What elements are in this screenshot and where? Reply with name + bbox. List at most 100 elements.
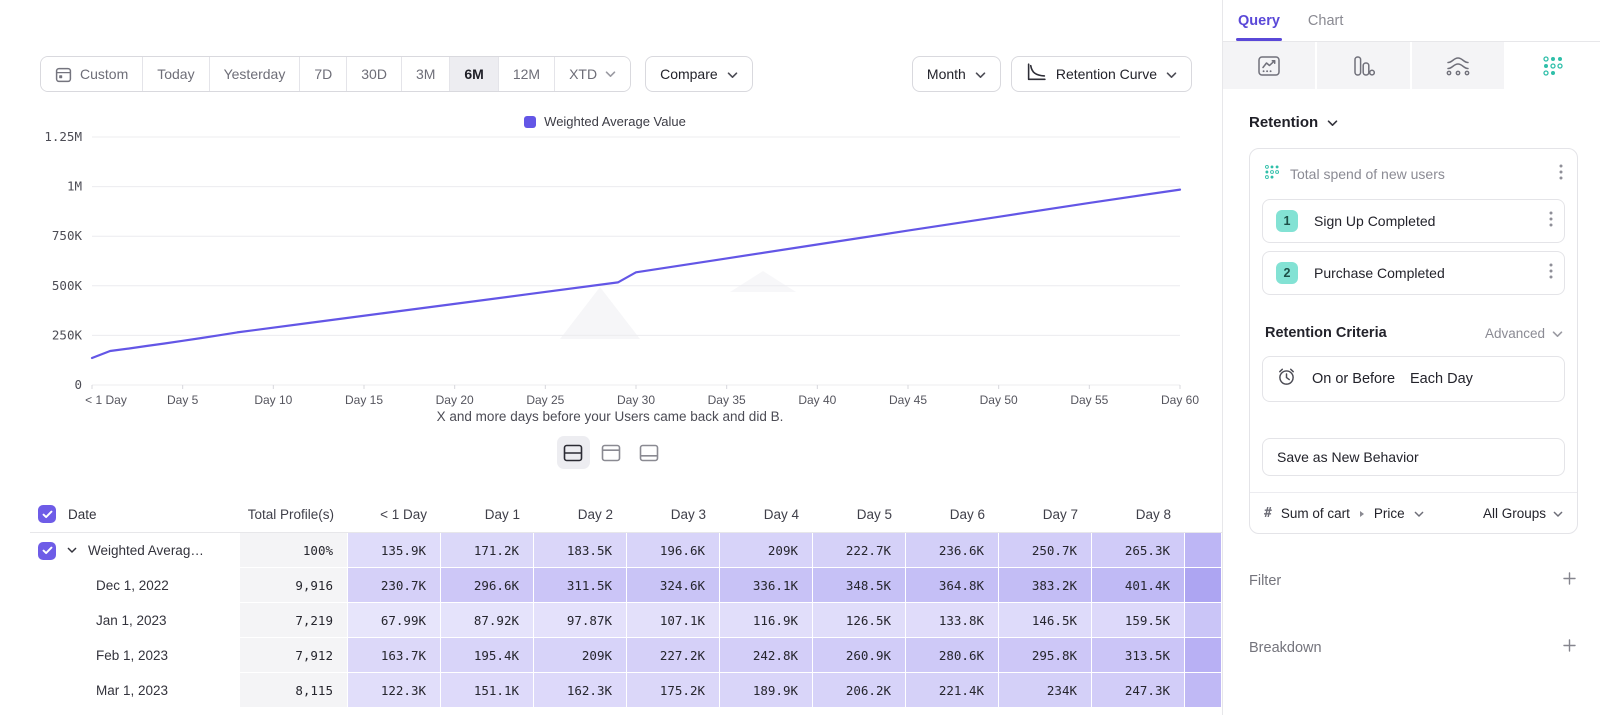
retention-value-cell[interactable]: 280.6K bbox=[906, 638, 999, 673]
retention-value-cell[interactable]: 227.2K bbox=[627, 638, 720, 673]
retention-value-cell[interactable]: 230.7K bbox=[348, 568, 441, 603]
tab-chart[interactable]: Chart bbox=[1308, 0, 1343, 41]
cell-value: 250.7K bbox=[1032, 543, 1077, 558]
funnels-report-button[interactable] bbox=[1317, 42, 1411, 89]
retention-value-cell[interactable]: 348.5K bbox=[813, 568, 906, 603]
retention-value-cell[interactable]: 183.5K bbox=[534, 533, 627, 568]
retention-value-cell[interactable]: 336.1K bbox=[720, 568, 813, 603]
save-as-new-behavior-button[interactable]: Save as New Behavior bbox=[1262, 438, 1565, 476]
criteria-condition-row[interactable]: On or Before Each Day bbox=[1262, 356, 1565, 402]
flows-report-button[interactable] bbox=[1412, 42, 1506, 89]
retention-value-cell[interactable]: 163.7K bbox=[348, 638, 441, 673]
cell-value: 260.9K bbox=[846, 648, 891, 663]
retention-value-cell[interactable]: 250.7K bbox=[999, 533, 1092, 568]
retention-value-cell[interactable]: 234K bbox=[999, 673, 1092, 708]
retention-value-cell[interactable]: 222.7K bbox=[813, 533, 906, 568]
retention-value-cell[interactable]: 67.99K bbox=[348, 603, 441, 638]
retention-value-cell[interactable]: 260.9K bbox=[813, 638, 906, 673]
measure-label[interactable]: Sum of cart bbox=[1281, 506, 1350, 521]
retention-value-cell[interactable]: 135.9K bbox=[348, 533, 441, 568]
retention-value-cell[interactable]: 206.2K bbox=[813, 673, 906, 708]
insights-report-button[interactable] bbox=[1223, 42, 1317, 89]
table-row[interactable]: Dec 1, 20229,916230.7K296.6K311.5K324.6K… bbox=[30, 568, 1222, 603]
retention-value-cell[interactable]: 126.5K bbox=[813, 603, 906, 638]
x-axis-tick-label: Day 35 bbox=[708, 393, 746, 407]
table-row[interactable]: Weighted Average ...100%135.9K171.2K183.… bbox=[30, 533, 1222, 568]
table-only-view-button[interactable] bbox=[633, 436, 666, 469]
retention-value-cell[interactable]: 221.4K bbox=[906, 673, 999, 708]
retention-value-cell[interactable]: 87.92K bbox=[441, 603, 534, 638]
retention-value-cell[interactable]: 196.6K bbox=[627, 533, 720, 568]
retention-value-cell[interactable]: 122.3K bbox=[348, 673, 441, 708]
add-filter-button[interactable] bbox=[1563, 572, 1576, 589]
row-checkbox[interactable] bbox=[38, 542, 56, 560]
date-range-today[interactable]: Today bbox=[143, 57, 209, 91]
compare-button[interactable]: Compare bbox=[645, 56, 753, 92]
retention-value-cell[interactable]: 97.87K bbox=[534, 603, 627, 638]
retention-value-cell[interactable]: 189.9K bbox=[720, 673, 813, 708]
table-row[interactable]: Feb 1, 20237,912163.7K195.4K209K227.2K24… bbox=[30, 638, 1222, 673]
chart-type-dropdown[interactable]: Retention Curve bbox=[1011, 56, 1192, 92]
criteria-mode-dropdown[interactable]: Advanced bbox=[1485, 326, 1563, 341]
table-row[interactable]: Mar 1, 20238,115122.3K151.1K162.3K175.2K… bbox=[30, 673, 1222, 708]
retention-curve-line[interactable] bbox=[92, 190, 1180, 358]
date-range-3m[interactable]: 3M bbox=[402, 57, 450, 91]
retention-grid-report-button[interactable] bbox=[1506, 42, 1600, 89]
group-dropdown[interactable]: All Groups bbox=[1483, 506, 1563, 521]
retention-value-cell[interactable]: 209K bbox=[720, 533, 813, 568]
date-range-12m[interactable]: 12M bbox=[499, 57, 555, 91]
split-view-button[interactable] bbox=[557, 436, 590, 469]
retention-value-cell[interactable]: 313.5K bbox=[1092, 638, 1185, 673]
retention-table: DateTotal Profile(s)< 1 DayDay 1Day 2Day… bbox=[30, 496, 1222, 708]
retention-value-cell[interactable]: 247.3K bbox=[1092, 673, 1185, 708]
retention-value-cell[interactable]: 209K bbox=[534, 638, 627, 673]
retention-value-cell[interactable]: 151.1K bbox=[441, 673, 534, 708]
date-range-yesterday[interactable]: Yesterday bbox=[210, 57, 301, 91]
retention-value-cell[interactable]: 133.8K bbox=[906, 603, 999, 638]
tab-query[interactable]: Query bbox=[1238, 0, 1280, 41]
retention-value-cell[interactable]: 265.3K bbox=[1092, 533, 1185, 568]
retention-value-cell[interactable]: 324.6K bbox=[627, 568, 720, 603]
retention-value-cell[interactable]: 242.8K bbox=[720, 638, 813, 673]
cell-value: 97.87K bbox=[567, 613, 612, 628]
row-checkbox[interactable] bbox=[38, 505, 56, 523]
kebab-menu-icon[interactable] bbox=[1549, 211, 1553, 232]
granularity-dropdown[interactable]: Month bbox=[912, 56, 1001, 92]
chart-only-view-button[interactable] bbox=[595, 436, 628, 469]
retention-value-cell[interactable]: 159.5K bbox=[1092, 603, 1185, 638]
retention-value-cell[interactable]: 171.2K bbox=[441, 533, 534, 568]
date-range-30d[interactable]: 30D bbox=[347, 57, 402, 91]
retention-value-cell[interactable]: 175.2K bbox=[627, 673, 720, 708]
date-range-7d[interactable]: 7D bbox=[300, 57, 347, 91]
retention-value-cell[interactable]: 107.1K bbox=[627, 603, 720, 638]
retention-value-cell[interactable]: 116.9K bbox=[720, 603, 813, 638]
retention-value-cell[interactable]: 162.3K bbox=[534, 673, 627, 708]
retention-section-header[interactable]: Retention bbox=[1249, 114, 1600, 131]
retention-value-cell[interactable]: 295.8K bbox=[999, 638, 1092, 673]
retention-value-cell[interactable]: 401.4K bbox=[1092, 568, 1185, 603]
retention-value-cell[interactable]: 383.2K bbox=[999, 568, 1092, 603]
table-row[interactable]: Jan 1, 20237,21967.99K87.92K97.87K107.1K… bbox=[30, 603, 1222, 638]
date-range-custom[interactable]: Custom bbox=[41, 57, 143, 91]
row-date-cell: Weighted Average ... bbox=[30, 533, 240, 568]
retention-value-cell[interactable]: 146.5K bbox=[999, 603, 1092, 638]
retention-value-cell[interactable]: 195.4K bbox=[441, 638, 534, 673]
chevron-down-icon bbox=[1166, 66, 1177, 82]
row-label: Mar 1, 2023 bbox=[96, 683, 168, 698]
date-range-xtd[interactable]: XTD bbox=[555, 57, 630, 91]
date-range-6m[interactable]: 6M bbox=[450, 57, 498, 91]
plus-icon bbox=[1563, 572, 1576, 585]
retention-value-cell[interactable]: 296.6K bbox=[441, 568, 534, 603]
behavior-step[interactable]: 1Sign Up Completed bbox=[1262, 199, 1565, 243]
retention-value-cell[interactable]: 236.6K bbox=[906, 533, 999, 568]
retention-value-cell[interactable]: 364.8K bbox=[906, 568, 999, 603]
kebab-menu-icon[interactable] bbox=[1559, 164, 1563, 183]
add-breakdown-button[interactable] bbox=[1563, 639, 1576, 656]
cell-value: 107.1K bbox=[660, 613, 705, 628]
retention-value-cell[interactable]: 311.5K bbox=[534, 568, 627, 603]
retention-line-chart[interactable]: 1.25M1M750K500K250K0< 1 DayDay 5Day 10Da… bbox=[30, 129, 1200, 416]
measure-property[interactable]: Price bbox=[1374, 506, 1405, 521]
cell-value: 87.92K bbox=[474, 613, 519, 628]
kebab-menu-icon[interactable] bbox=[1549, 263, 1553, 284]
behavior-step[interactable]: 2Purchase Completed bbox=[1262, 251, 1565, 295]
